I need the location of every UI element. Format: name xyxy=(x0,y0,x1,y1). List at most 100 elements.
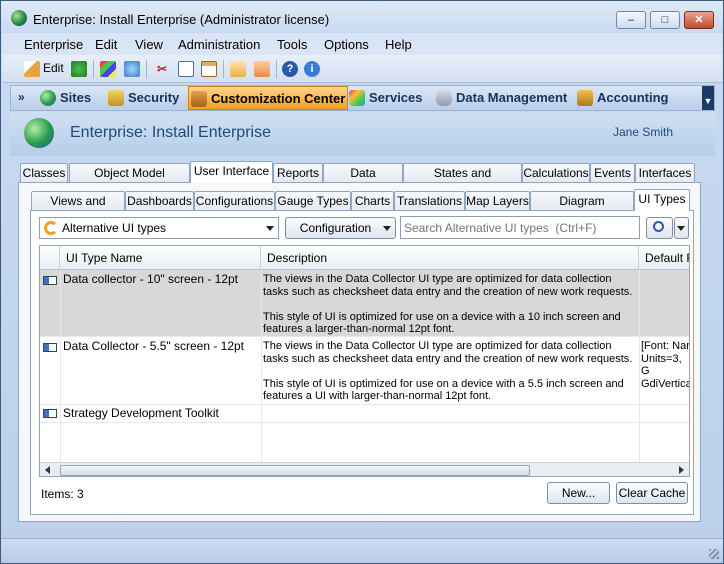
menu-options[interactable]: Options xyxy=(324,37,369,52)
menu-edit[interactable]: Edit xyxy=(95,37,117,52)
tab-map-layers[interactable]: Map Layers xyxy=(465,191,530,211)
ui-type-description: The views in the Data Collector UI type … xyxy=(263,273,633,335)
customize-icon xyxy=(191,91,207,107)
search-input[interactable] xyxy=(400,216,640,239)
scrollbar-thumb[interactable] xyxy=(60,465,530,476)
window-title: Enterprise: Install Enterprise (Administ… xyxy=(33,12,330,27)
tab-calculations[interactable]: Calculations xyxy=(522,163,590,183)
close-button[interactable]: ✕ xyxy=(684,11,714,29)
scroll-right-icon[interactable] xyxy=(679,466,684,474)
tab-object-model-diagrams[interactable]: Object Model Diagrams xyxy=(69,163,190,198)
horizontal-scrollbar[interactable] xyxy=(40,462,689,476)
tab-interfaces[interactable]: Interfaces xyxy=(635,163,695,183)
chevron-down-icon xyxy=(677,226,685,231)
configuration-label: Configuration xyxy=(299,221,372,235)
toolbar-separator xyxy=(146,60,147,78)
column-header-description[interactable]: Description xyxy=(261,246,639,270)
menu-help[interactable]: Help xyxy=(385,37,412,52)
tab-views-and-panels[interactable]: Views and Panels xyxy=(31,191,125,226)
title-bar: Enterprise: Install Enterprise (Administ… xyxy=(1,1,723,33)
ui-type-name: Strategy Development Toolkit xyxy=(63,407,219,420)
configuration-button[interactable]: Configuration xyxy=(285,217,396,239)
column-header-ui-type-name[interactable]: UI Type Name xyxy=(60,246,261,270)
nav-overflow-button[interactable]: ▼ xyxy=(702,86,714,110)
tab-data-members[interactable]: Data Members xyxy=(323,163,403,198)
toolbar-separator xyxy=(276,60,277,78)
paste-icon[interactable] xyxy=(201,61,217,77)
clear-cache-button[interactable]: Clear Cache xyxy=(616,482,688,504)
toolbar: Edit ✂ ? i xyxy=(2,55,722,83)
nav-security-label: Security xyxy=(128,90,180,105)
tab-configurations[interactable]: Configurations xyxy=(194,191,275,211)
chevron-down-icon xyxy=(383,226,391,231)
maximize-button[interactable]: □ xyxy=(650,11,680,29)
expand-nav-icon[interactable]: » xyxy=(18,90,25,104)
windows-icon[interactable] xyxy=(100,61,116,77)
nav-data-management[interactable]: Data Management xyxy=(434,86,567,110)
menu-tools[interactable]: Tools xyxy=(277,37,307,52)
edit-label[interactable]: Edit xyxy=(43,61,64,75)
minimize-button[interactable]: – xyxy=(616,11,646,29)
ui-type-icon xyxy=(43,343,57,352)
search-icon xyxy=(653,221,664,232)
nav-sites[interactable]: Sites xyxy=(38,86,91,110)
nav-services[interactable]: Services xyxy=(347,86,423,110)
nav-accounting-label: Accounting xyxy=(597,90,669,105)
menu-administration[interactable]: Administration xyxy=(178,37,260,52)
application-window: Enterprise: Install Enterprise (Administ… xyxy=(0,0,724,564)
status-bar xyxy=(1,538,723,563)
nav-customization-center[interactable]: Customization Center xyxy=(188,86,348,110)
refresh-circle-icon xyxy=(44,221,58,235)
menu-view[interactable]: View xyxy=(135,37,163,52)
refresh-icon[interactable] xyxy=(71,61,87,77)
tab-user-interface[interactable]: User Interface xyxy=(190,161,273,183)
ui-type-default-font: [Font: Nar Units=3, G GdiVertica xyxy=(641,340,690,390)
tab-classes[interactable]: Classes xyxy=(20,163,68,183)
ui-types-filter-dropdown[interactable]: Alternative UI types xyxy=(39,217,279,239)
tab-translations[interactable]: Translations xyxy=(394,191,465,211)
chevron-down-icon xyxy=(266,226,274,231)
nav-customization-label: Customization Center xyxy=(211,91,346,106)
lock-icon xyxy=(108,90,124,106)
toolbar-separator xyxy=(223,60,224,78)
database-icon xyxy=(436,90,452,106)
tab-charts[interactable]: Charts xyxy=(351,191,394,211)
nav-security[interactable]: Security xyxy=(106,86,179,110)
filter-selected-value: Alternative UI types xyxy=(62,221,167,235)
services-icon xyxy=(349,90,365,106)
tab-gauge-types[interactable]: Gauge Types xyxy=(275,191,351,211)
help-icon[interactable]: ? xyxy=(282,61,298,77)
column-divider xyxy=(60,270,61,462)
tab-dashboards[interactable]: Dashboards xyxy=(125,191,194,211)
ui-type-description: The views in the Data Collector UI type … xyxy=(263,340,633,402)
thumbs-down-icon[interactable] xyxy=(254,61,270,77)
table-row[interactable]: Data collector - 10" screen - 12pt The v… xyxy=(40,270,689,337)
nav-accounting[interactable]: Accounting xyxy=(575,86,669,110)
column-divider xyxy=(639,270,640,462)
resize-grip-icon[interactable] xyxy=(709,549,719,559)
table-row[interactable]: Data Collector - 5.5" screen - 12pt The … xyxy=(40,337,690,405)
tab-diagram-templates[interactable]: Diagram Templates xyxy=(530,191,634,226)
table-row[interactable]: Strategy Development Toolkit xyxy=(40,405,689,423)
tools-icon[interactable] xyxy=(124,61,140,77)
nav-data-management-label: Data Management xyxy=(456,90,568,105)
tab-reports[interactable]: Reports xyxy=(273,163,323,183)
new-button[interactable]: New... xyxy=(547,482,610,504)
info-icon[interactable]: i xyxy=(304,61,320,77)
scroll-left-icon[interactable] xyxy=(45,466,50,474)
column-header-default-font[interactable]: Default F xyxy=(639,246,689,270)
globe-icon xyxy=(40,90,56,106)
cut-icon[interactable]: ✂ xyxy=(154,61,170,77)
toolbar-separator xyxy=(93,60,94,78)
thumbs-up-icon[interactable] xyxy=(230,61,246,77)
tab-events[interactable]: Events xyxy=(590,163,635,183)
column-divider xyxy=(261,270,262,462)
tab-ui-types[interactable]: UI Types xyxy=(634,189,690,211)
row-header-column xyxy=(40,246,60,270)
edit-icon[interactable] xyxy=(24,61,40,77)
tab-states-and-validations[interactable]: States and Validations xyxy=(403,163,522,198)
search-options-button[interactable] xyxy=(674,217,689,239)
search-button[interactable] xyxy=(646,217,673,239)
menu-enterprise[interactable]: Enterprise xyxy=(24,37,83,52)
copy-icon[interactable] xyxy=(178,61,194,77)
